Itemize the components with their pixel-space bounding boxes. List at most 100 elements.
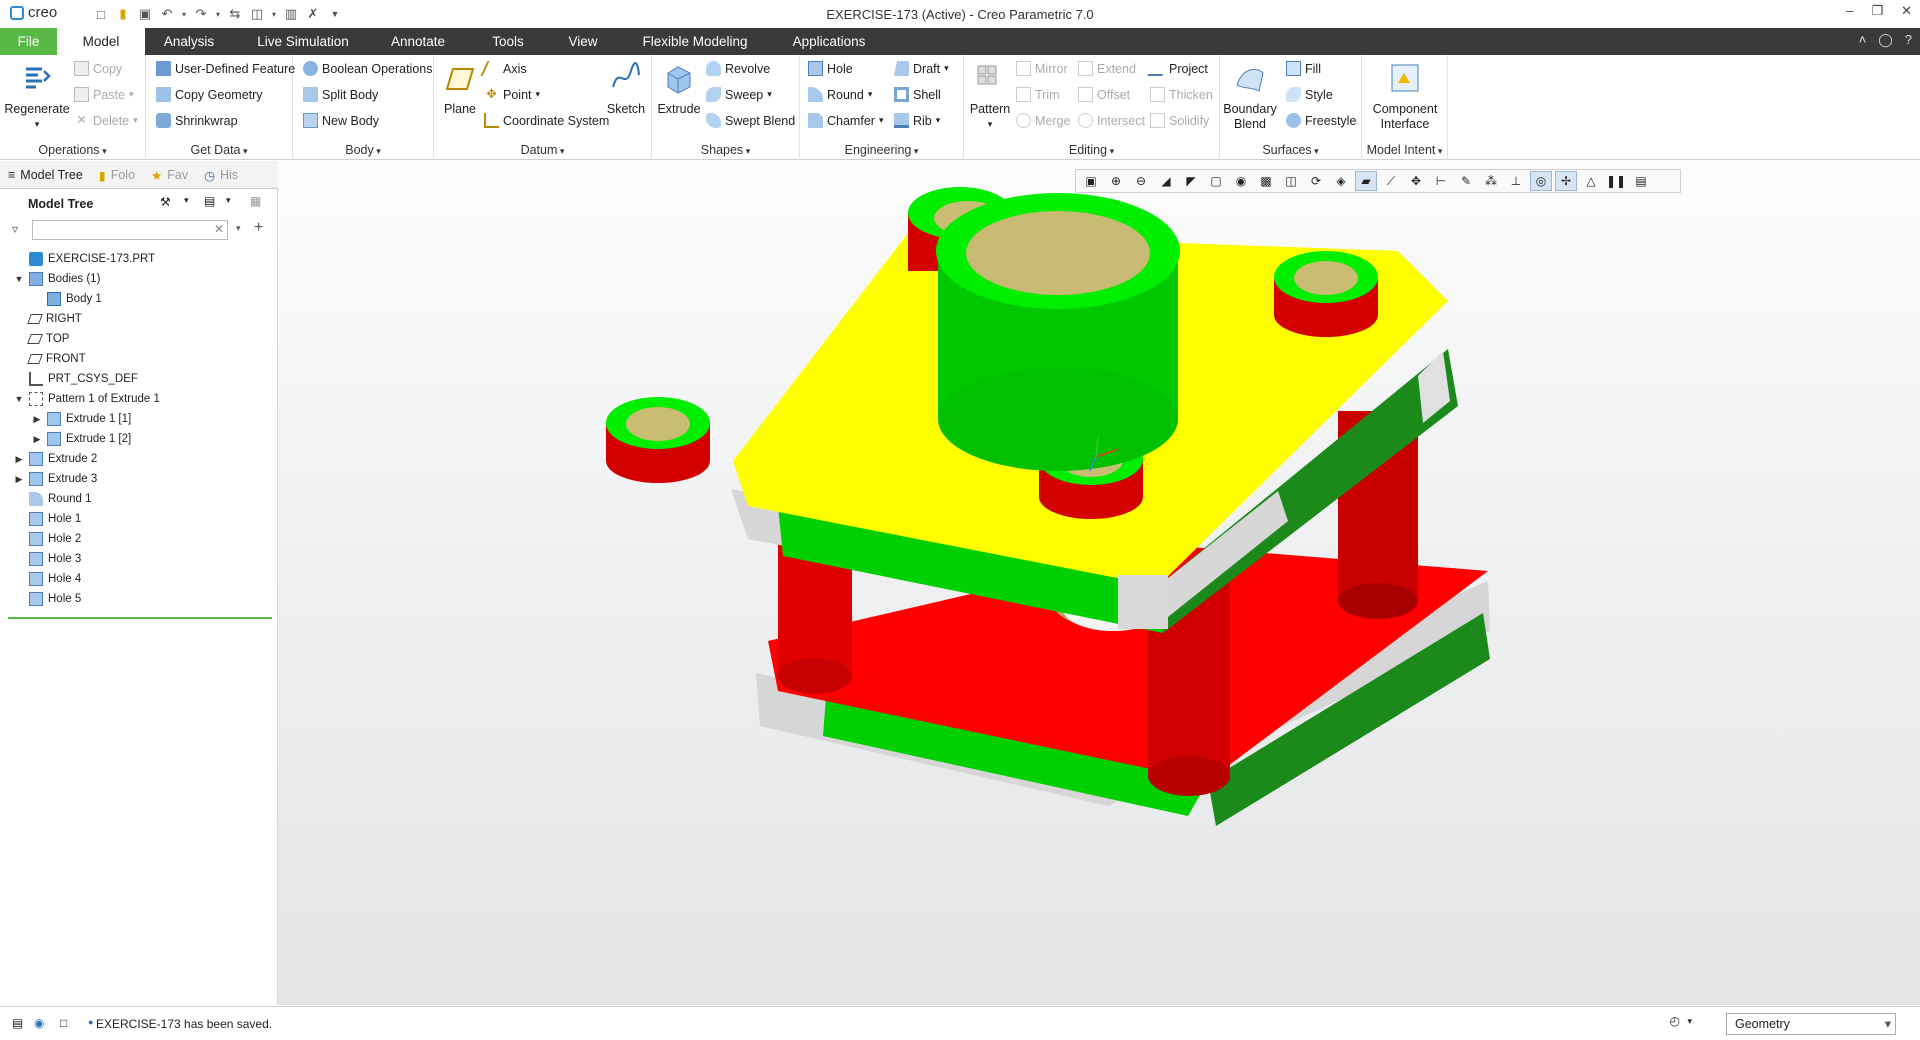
tree-item[interactable]: ▶ Extrude 2	[14, 449, 97, 469]
expand-arrow-icon[interactable]: ▶	[14, 474, 24, 484]
thicken-button[interactable]: Thicken	[1150, 87, 1213, 102]
swept-blend-button[interactable]: Swept Blend	[706, 113, 795, 128]
shrinkwrap-button[interactable]: Shrinkwrap	[156, 113, 238, 128]
pattern-button[interactable]: Pattern ▾	[966, 61, 1014, 132]
show-dropdown-icon[interactable]: ▾	[226, 195, 231, 206]
tree-item[interactable]: Hole 4	[14, 569, 81, 589]
tab-model[interactable]: Model	[57, 28, 145, 55]
chamfer-dropdown-icon[interactable]: ▾	[879, 115, 884, 126]
style-button[interactable]: Style	[1286, 87, 1333, 102]
browser-toggle-icon[interactable]: ◉	[34, 1016, 44, 1030]
fill-button[interactable]: Fill	[1286, 61, 1321, 76]
engineering-group-caption[interactable]: Engineering	[800, 143, 963, 157]
get-data-group-caption[interactable]: Get Data	[146, 143, 292, 157]
tree-item[interactable]: Round 1	[14, 489, 91, 509]
point-button[interactable]: ✥ Point ▾	[484, 87, 540, 102]
rib-button[interactable]: Rib ▾	[894, 113, 940, 128]
tree-item[interactable]: Hole 5	[14, 589, 81, 609]
tree-item[interactable]: RIGHT	[14, 309, 82, 329]
tab-annotate[interactable]: Annotate	[373, 28, 463, 55]
navigator-toggle-icon[interactable]: ▤	[12, 1016, 23, 1030]
delete-button[interactable]: ✕ Delete ▾	[74, 113, 138, 128]
round-dropdown-icon[interactable]: ▾	[868, 89, 873, 100]
tab-file[interactable]: File	[0, 28, 57, 55]
tree-item[interactable]: Hole 2	[14, 529, 81, 549]
help-icon[interactable]: ?	[1905, 32, 1912, 48]
regenerate-dropdown-icon[interactable]: ▾	[4, 117, 70, 132]
graphics-area[interactable]: ▣ ⊕ ⊖ ◢ ◤ ▢ ◉ ▩ ◫ ⟳ ◈ ▰ ⟋ ✥ ⊢ ✎ ⁂ ⊥ ◎ ✢ …	[278, 161, 1920, 1005]
body-group-caption[interactable]: Body	[293, 143, 433, 157]
regenerate-button[interactable]: Regenerate ▾	[4, 61, 70, 132]
trim-button[interactable]: Trim	[1016, 87, 1060, 102]
boolean-operations-button[interactable]: Boolean Operations	[303, 61, 433, 76]
tree-search-input[interactable]	[32, 220, 228, 240]
full-screen-icon[interactable]: □	[60, 1016, 67, 1030]
tab-history[interactable]: ◷ His	[196, 161, 246, 189]
tab-analysis[interactable]: Analysis	[145, 28, 233, 55]
restore-icon[interactable]: ❐	[1871, 3, 1883, 19]
expand-arrow-icon[interactable]: ▶	[32, 434, 42, 444]
tab-view[interactable]: View	[553, 28, 613, 55]
axis-button[interactable]: Axis	[480, 61, 527, 76]
tree-item[interactable]: EXERCISE-173.PRT	[14, 249, 155, 269]
rib-dropdown-icon[interactable]: ▾	[936, 115, 941, 126]
tree-settings-icon[interactable]: ⚒	[160, 195, 171, 209]
insert-indicator[interactable]	[8, 617, 272, 619]
tab-tools[interactable]: Tools	[473, 28, 543, 55]
close-icon[interactable]: ✕	[1901, 3, 1912, 19]
tree-item[interactable]: Body 1	[32, 289, 102, 309]
shapes-group-caption[interactable]: Shapes	[652, 143, 799, 157]
ribbon-options-icon[interactable]: ◯	[1878, 32, 1893, 48]
delete-dropdown-icon[interactable]: ▾	[133, 115, 138, 126]
sweep-button[interactable]: Sweep ▾	[706, 87, 772, 102]
tree-item[interactable]: PRT_CSYS_DEF	[14, 369, 138, 389]
paste-button[interactable]: Paste ▾	[74, 87, 134, 102]
project-button[interactable]: Project	[1147, 61, 1208, 76]
tab-favorites[interactable]: ★ Fav	[143, 161, 196, 189]
clear-search-icon[interactable]: ✕	[214, 222, 224, 236]
offset-button[interactable]: Offset	[1078, 87, 1130, 102]
round-button[interactable]: Round ▾	[808, 87, 872, 102]
tree-item[interactable]: Hole 1	[14, 509, 81, 529]
coordinate-system-button[interactable]: Coordinate System	[484, 113, 609, 128]
add-icon[interactable]: +	[254, 219, 263, 237]
copy-geometry-button[interactable]: Copy Geometry	[156, 87, 263, 102]
collapse-arrow-icon[interactable]: ▼	[14, 394, 24, 404]
udf-button[interactable]: User-Defined Feature	[156, 61, 295, 76]
revolve-button[interactable]: Revolve	[706, 61, 770, 76]
split-body-button[interactable]: Split Body	[303, 87, 378, 102]
find-dropdown-icon[interactable]: ▾	[1687, 1016, 1692, 1027]
chamfer-button[interactable]: Chamfer ▾	[808, 113, 883, 128]
sketch-button[interactable]: Sketch	[604, 61, 648, 117]
tree-item[interactable]: ▼ Pattern 1 of Extrude 1	[14, 389, 160, 409]
tab-applications[interactable]: Applications	[775, 28, 883, 55]
intersect-button[interactable]: Intersect	[1078, 113, 1145, 128]
extrude-button[interactable]: Extrude	[656, 61, 702, 117]
show-options-icon[interactable]: ▤	[204, 194, 215, 208]
tab-flexible-modeling[interactable]: Flexible Modeling	[625, 28, 765, 55]
editing-group-caption[interactable]: Editing	[964, 143, 1219, 157]
tab-model-tree[interactable]: ≡ Model Tree	[0, 161, 91, 189]
find-icon[interactable]: ◴	[1670, 1014, 1680, 1028]
sweep-dropdown-icon[interactable]: ▾	[767, 89, 772, 100]
tab-folder-browser[interactable]: ▮ Folo	[91, 161, 143, 189]
new-body-button[interactable]: New Body	[303, 113, 379, 128]
pattern-dropdown-icon[interactable]: ▾	[966, 117, 1014, 132]
tree-item[interactable]: ▶ Extrude 1 [2]	[32, 429, 131, 449]
tree-item[interactable]: FRONT	[14, 349, 86, 369]
cad-model[interactable]	[278, 161, 1920, 1005]
hole-button[interactable]: Hole	[808, 61, 853, 76]
datum-group-caption[interactable]: Datum	[434, 143, 651, 157]
minimize-icon[interactable]: –	[1846, 3, 1853, 19]
expand-arrow-icon[interactable]: ▶	[32, 414, 42, 424]
boundary-blend-button[interactable]: Boundary Blend	[1222, 61, 1278, 132]
draft-dropdown-icon[interactable]: ▾	[944, 63, 949, 74]
collapse-arrow-icon[interactable]: ▼	[14, 274, 24, 284]
plane-button[interactable]: Plane	[438, 61, 482, 117]
mirror-button[interactable]: Mirror	[1016, 61, 1068, 76]
tree-item[interactable]: ▶ Extrude 3	[14, 469, 97, 489]
filter-icon[interactable]: ▿	[12, 222, 18, 236]
operations-group-caption[interactable]: Operations	[0, 143, 145, 157]
search-dropdown-icon[interactable]: ▾	[236, 223, 241, 234]
tree-item[interactable]: ▼ Bodies (1)	[14, 269, 100, 289]
